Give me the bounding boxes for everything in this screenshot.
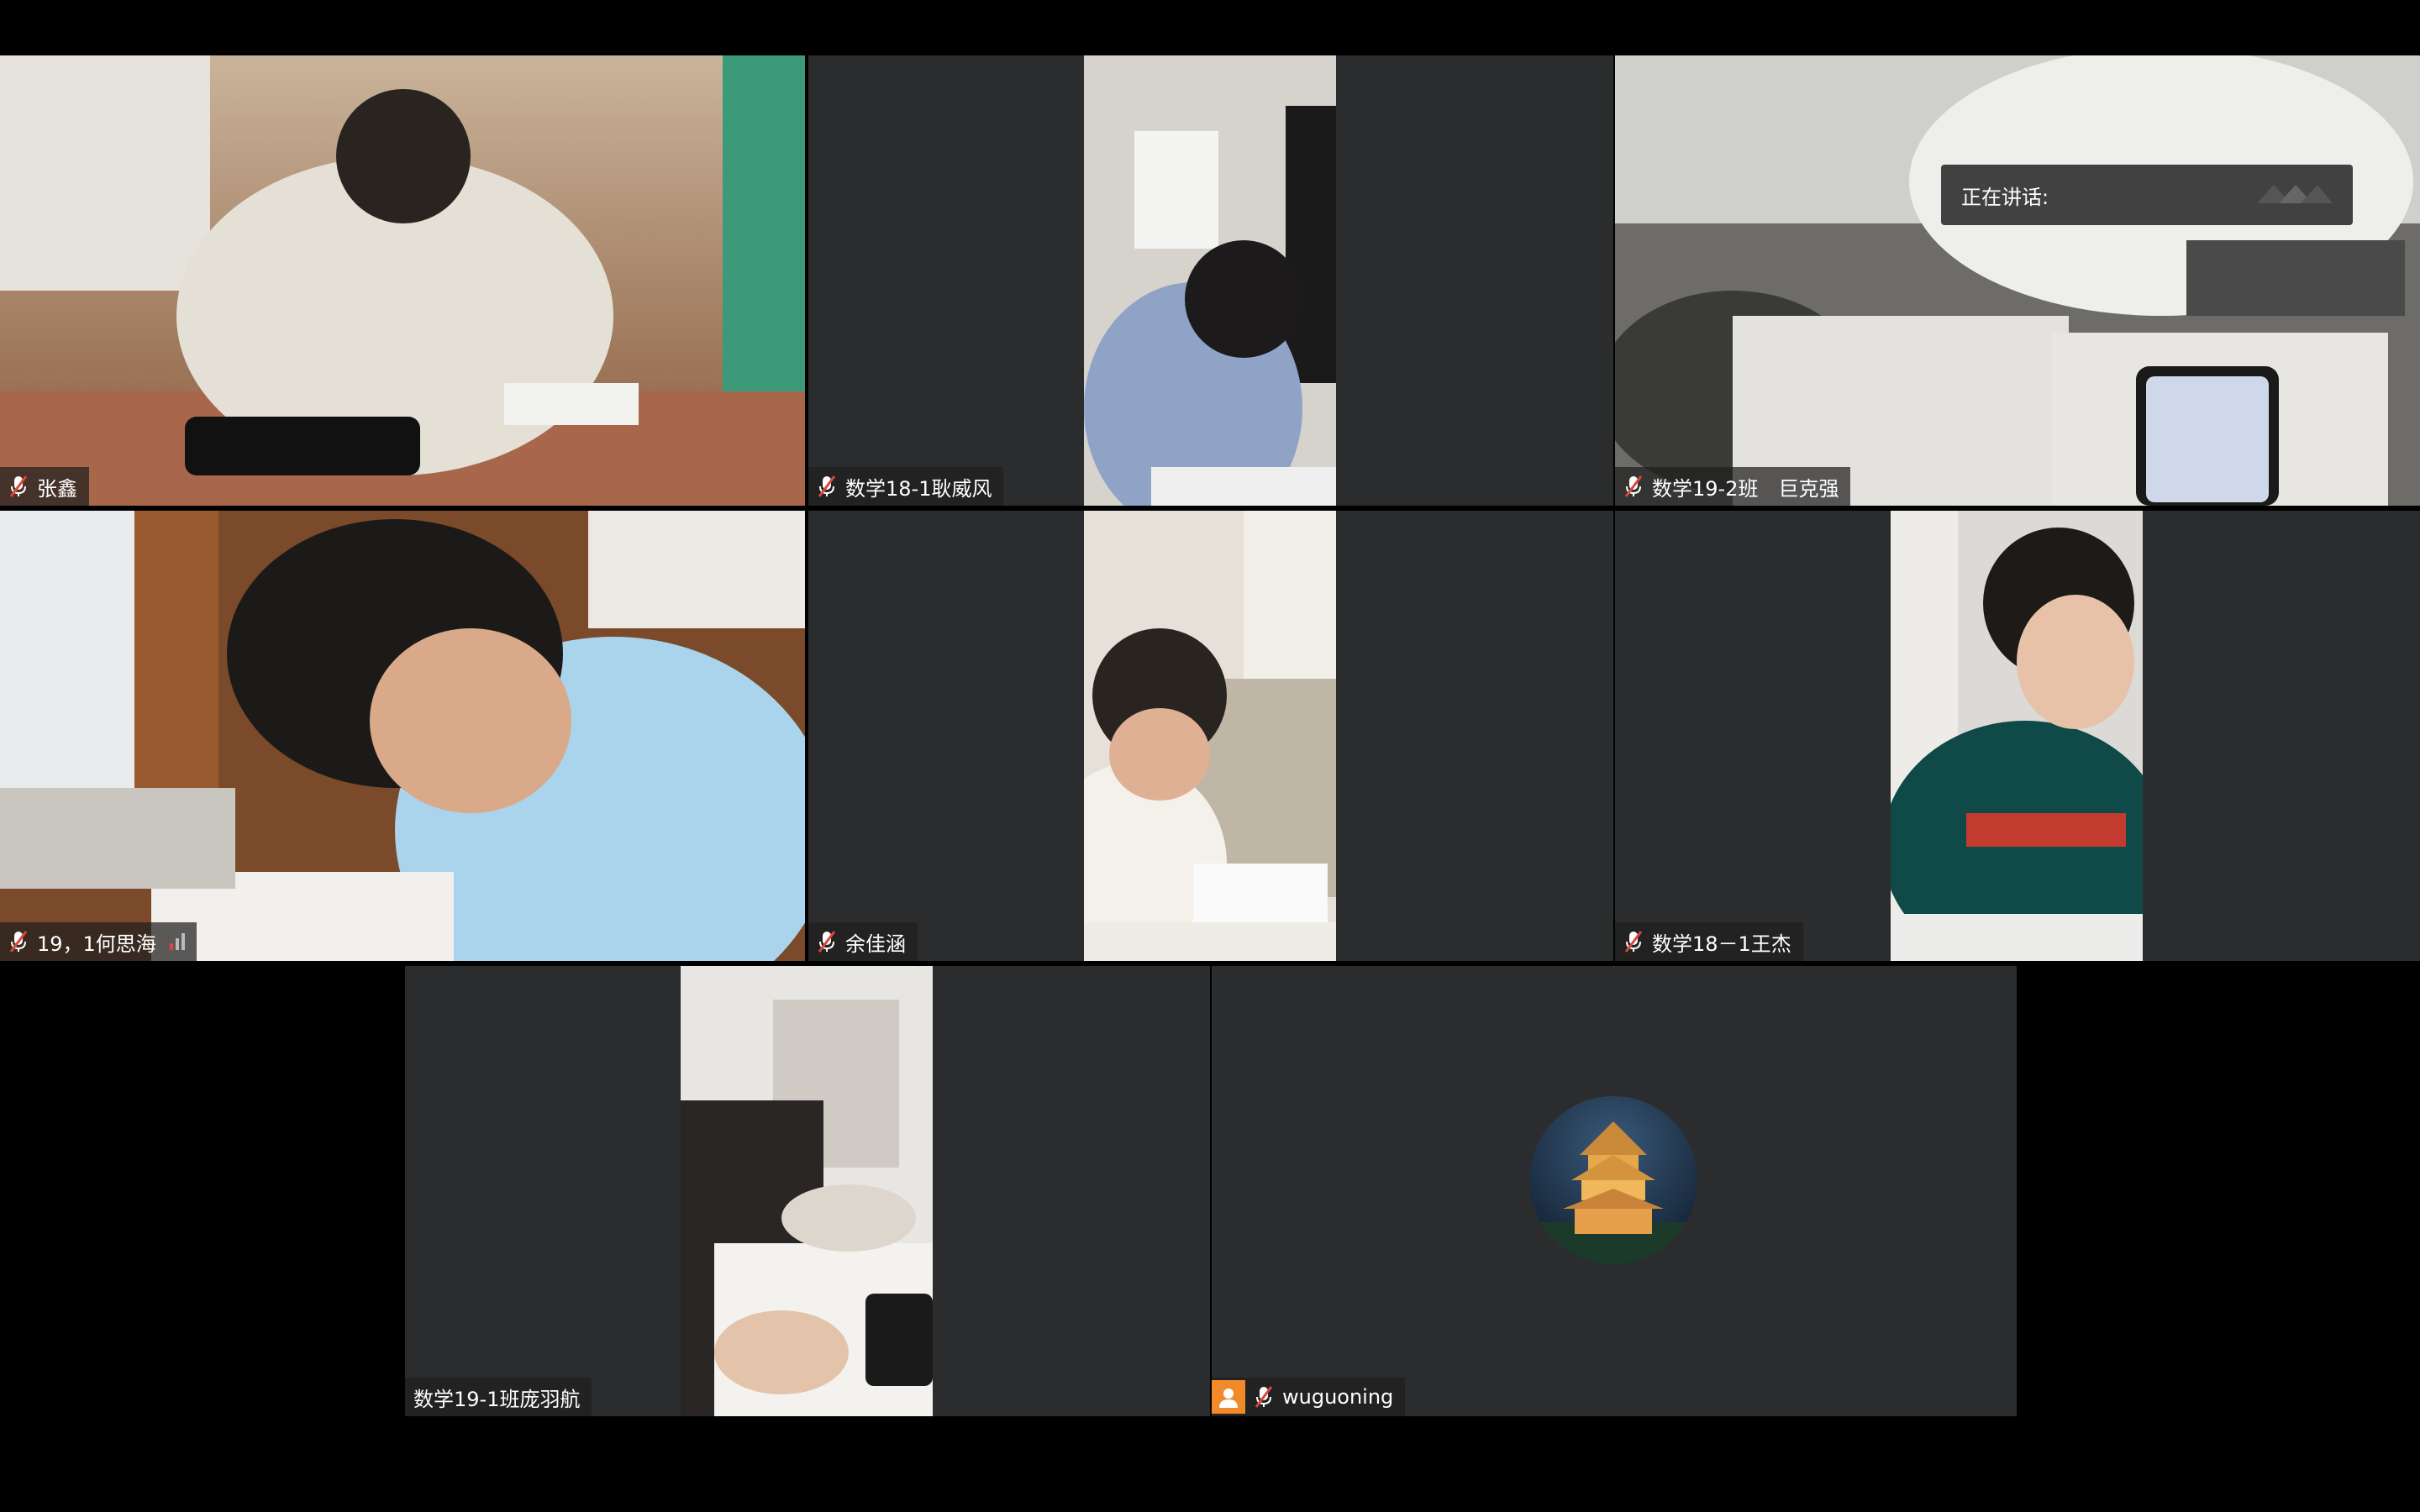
mic-muted-icon — [1254, 1385, 1274, 1409]
participant-name-badge: 数学18－1王杰 — [1615, 922, 1803, 961]
profile-picture — [1529, 1096, 1697, 1264]
speaking-label: 正在讲话: — [1961, 185, 2049, 209]
signal-strength-icon — [169, 933, 185, 950]
mic-muted-icon — [8, 475, 29, 498]
participant-name: 余佳涵 — [845, 932, 906, 956]
participant-video — [681, 966, 933, 1416]
mic-muted-icon — [1623, 930, 1644, 953]
participant-name: 张鑫 — [37, 476, 77, 501]
active-speaker-indicator: 正在讲话: — [1941, 165, 2353, 225]
participant-name-badge: 张鑫 — [0, 467, 89, 506]
mic-muted-icon — [817, 930, 837, 953]
participant-name-badge: 数学19-2班 巨克强 — [1615, 467, 1851, 506]
participant-name: 数学19-2班 巨克强 — [1652, 476, 1839, 501]
video-tile-yujiahan[interactable]: 余佳涵 — [808, 511, 1613, 961]
mic-muted-icon — [817, 475, 837, 498]
participant-video — [0, 511, 805, 961]
participant-video — [1891, 511, 2143, 961]
participant-name-badge: wuguoning — [1212, 1378, 1406, 1416]
participant-video — [1084, 511, 1336, 961]
participant-name: 数学19-1班庞羽航 — [413, 1387, 581, 1411]
mic-muted-icon — [1623, 475, 1644, 498]
participant-video — [1615, 55, 2420, 506]
video-tile-zhangxin[interactable]: 张鑫 — [0, 55, 805, 506]
participant-video — [0, 55, 805, 506]
audio-wave-icon — [2249, 178, 2333, 212]
video-tile-hesihai[interactable]: 19，1何思海 — [0, 511, 805, 961]
video-tile-jukeqiang[interactable]: 数学19-2班 巨克强 — [1615, 55, 2420, 506]
participant-name: 数学18-1耿威风 — [845, 476, 992, 501]
participant-name-badge: 余佳涵 — [808, 922, 918, 961]
participant-name-badge: 数学18-1耿威风 — [808, 467, 1004, 506]
user-avatar-icon — [1212, 1380, 1245, 1414]
participant-video — [1084, 55, 1336, 506]
video-tile-gengweifeng[interactable]: 数学18-1耿威风 — [808, 55, 1613, 506]
participant-name: 19，1何思海 — [37, 932, 156, 956]
mic-muted-icon — [8, 930, 29, 953]
video-tile-wangjie[interactable]: 数学18－1王杰 — [1615, 511, 2420, 961]
participant-name-badge: 数学19-1班庞羽航 — [405, 1378, 592, 1416]
participant-name: wuguoning — [1282, 1385, 1394, 1409]
participant-name: 数学18－1王杰 — [1652, 932, 1791, 956]
participant-name-badge: 19，1何思海 — [0, 922, 197, 961]
video-tile-pangyuhang[interactable]: 数学19-1班庞羽航 — [405, 966, 1210, 1416]
